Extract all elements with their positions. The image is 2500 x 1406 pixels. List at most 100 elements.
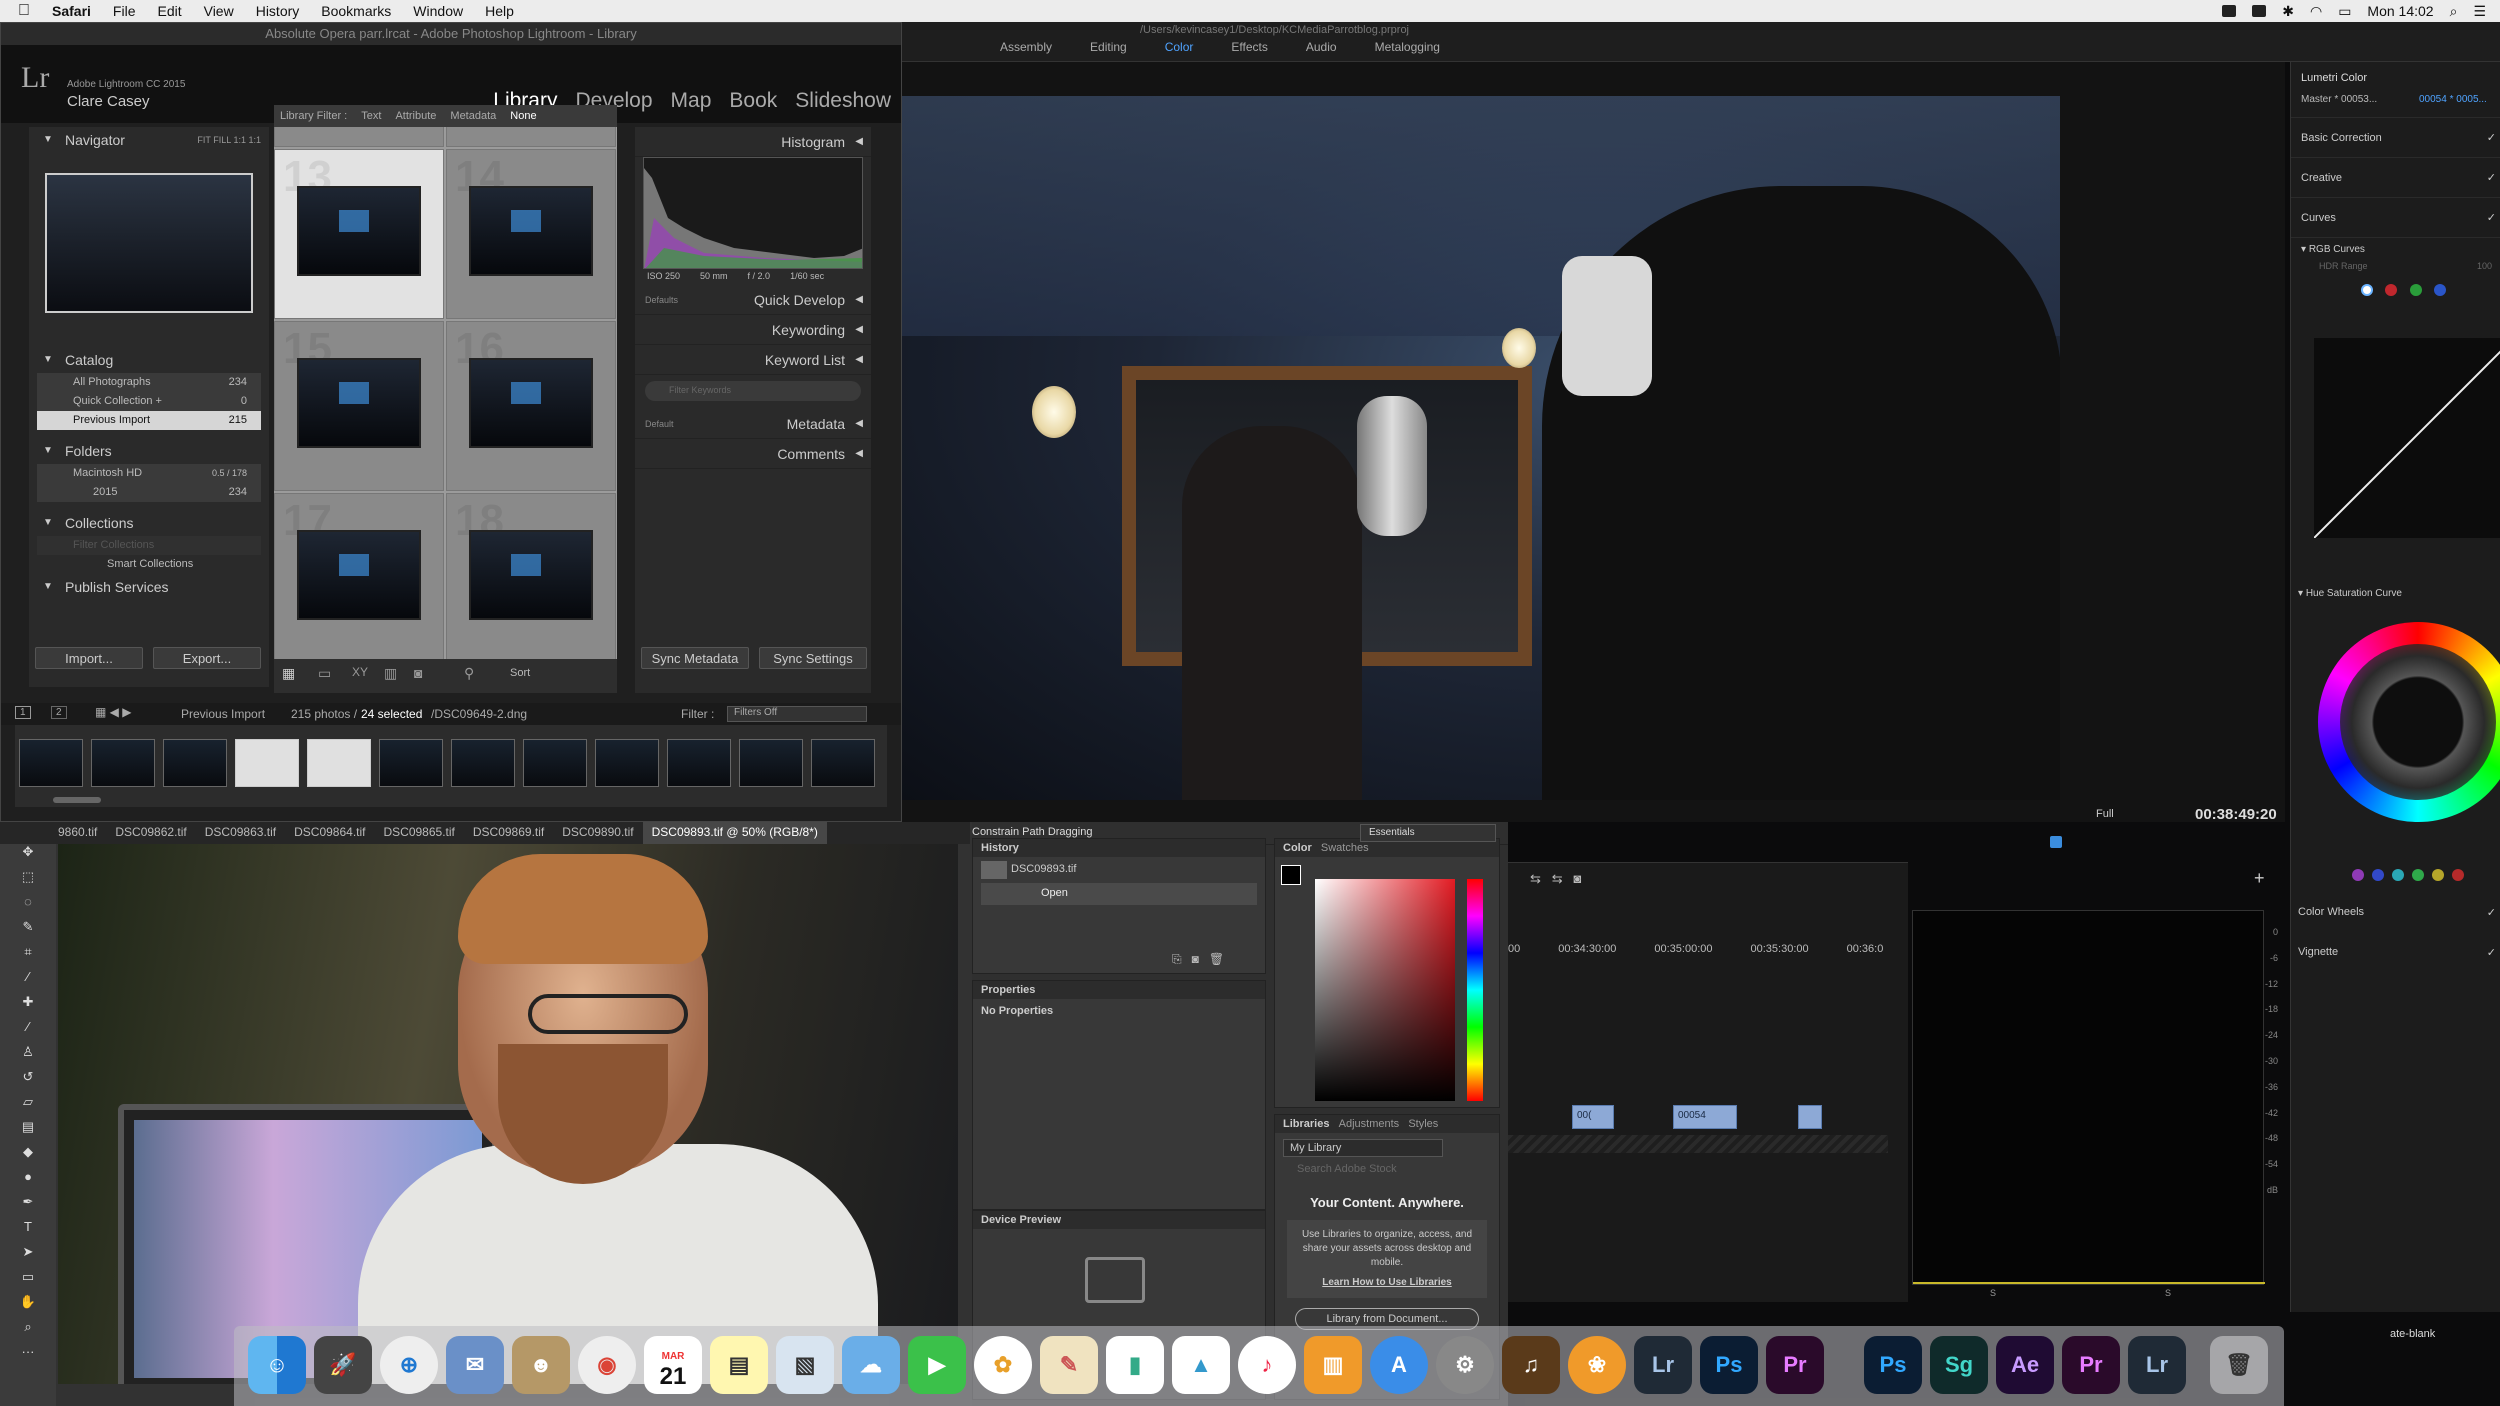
- grid-cell[interactable]: 16: [446, 321, 616, 491]
- doc-tab[interactable]: DSC09862.tif: [106, 822, 195, 844]
- page-1[interactable]: 1: [15, 706, 31, 719]
- filmstrip-thumb[interactable]: [739, 739, 803, 787]
- histogram-graph[interactable]: [643, 157, 863, 269]
- filmstrip-thumb[interactable]: [91, 739, 155, 787]
- folder-2015[interactable]: 2015 234: [37, 483, 261, 502]
- sync-metadata-button[interactable]: Sync Metadata: [641, 647, 749, 669]
- basic-correction-section[interactable]: Basic Correction ✓: [2291, 118, 2500, 158]
- workspace-color[interactable]: Color: [1165, 40, 1194, 54]
- catalog-all-photographs[interactable]: All Photographs 234: [37, 373, 261, 392]
- filter-attribute[interactable]: Attribute: [395, 110, 436, 122]
- filmstrip[interactable]: [15, 725, 887, 807]
- keynote-icon[interactable]: ▲: [1172, 1336, 1230, 1394]
- module-slideshow[interactable]: Slideshow: [795, 89, 891, 113]
- speedgrade-dock-icon[interactable]: Sg: [1930, 1336, 1988, 1394]
- grid-view-icon[interactable]: ▦: [282, 665, 295, 682]
- pen-tool-icon[interactable]: ✒: [0, 1194, 56, 1219]
- compare-view-icon[interactable]: XY: [352, 665, 368, 679]
- notification-icon[interactable]: ☰: [2473, 3, 2486, 20]
- catalog-header[interactable]: Catalog: [29, 347, 269, 373]
- foreground-color[interactable]: [1281, 865, 1301, 885]
- lasso-tool-icon[interactable]: ◌: [0, 894, 56, 919]
- wifi-icon[interactable]: ◠: [2310, 3, 2322, 20]
- menu-bookmarks[interactable]: Bookmarks: [321, 3, 391, 19]
- timeline-clip[interactable]: 00(: [1572, 1105, 1614, 1129]
- quick-develop-header[interactable]: Defaults Quick Develop: [635, 285, 871, 315]
- keyword-list-header[interactable]: Keyword List: [635, 345, 871, 375]
- timeline-clip[interactable]: [1798, 1105, 1822, 1129]
- hue-swatches[interactable]: [2352, 868, 2472, 886]
- itunes-icon[interactable]: ♪: [1238, 1336, 1296, 1394]
- doc-tab[interactable]: DSC09890.tif: [553, 822, 642, 844]
- eraser-tool-icon[interactable]: ▱: [0, 1094, 56, 1119]
- red-channel-icon[interactable]: [2385, 284, 2398, 296]
- thumbnail[interactable]: [297, 358, 421, 448]
- hue-dot[interactable]: [2432, 869, 2444, 881]
- handbrake-icon[interactable]: ❀: [1568, 1336, 1626, 1394]
- metadata-header[interactable]: Default Metadata: [635, 409, 871, 439]
- tab-swatches[interactable]: Swatches: [1321, 842, 1369, 854]
- chrome-icon[interactable]: ◉: [578, 1336, 636, 1394]
- catalog-quick-collection[interactable]: Quick Collection +0: [37, 392, 261, 411]
- keywording-header[interactable]: Keywording: [635, 315, 871, 345]
- type-tool-icon[interactable]: T: [0, 1219, 56, 1244]
- constrain-path-option[interactable]: Constrain Path Dragging: [972, 826, 1092, 838]
- thumbnail[interactable]: [297, 530, 421, 620]
- marquee-tool-icon[interactable]: ⬚: [0, 869, 56, 894]
- sort-label[interactable]: Sort: [510, 667, 530, 679]
- dodge-tool-icon[interactable]: ●: [0, 1169, 56, 1194]
- hue-sat-header[interactable]: ▾ Hue Saturation Curve: [2298, 588, 2402, 599]
- module-book[interactable]: Book: [729, 89, 777, 113]
- more-tools-icon[interactable]: ···: [0, 1344, 56, 1369]
- hue-dot[interactable]: [2452, 869, 2464, 881]
- library-grid[interactable]: 13 14 15 16 17 18: [274, 127, 617, 659]
- quick-select-tool-icon[interactable]: ✎: [0, 919, 56, 944]
- catalog-previous-import[interactable]: Previous Import 215: [37, 411, 261, 430]
- import-button[interactable]: Import...: [35, 647, 143, 669]
- library-select[interactable]: My Library: [1283, 1139, 1443, 1157]
- menu-app[interactable]: Safari: [52, 3, 91, 19]
- photoshop-dock-icon[interactable]: Ps: [1700, 1336, 1758, 1394]
- grid-cell[interactable]: 17: [274, 493, 444, 659]
- filmstrip-thumb[interactable]: [595, 739, 659, 787]
- thumbnail[interactable]: [297, 186, 421, 276]
- module-map[interactable]: Map: [671, 89, 712, 113]
- timeline-clip[interactable]: 00054: [1673, 1105, 1737, 1129]
- shape-tool-icon[interactable]: ▭: [0, 1269, 56, 1294]
- enable-checkbox[interactable]: ✓: [2487, 198, 2496, 238]
- filmstrip-scrollbar[interactable]: [53, 797, 101, 803]
- workspace-effects[interactable]: Effects: [1231, 40, 1267, 54]
- filters-off-select[interactable]: Filters Off: [727, 706, 867, 722]
- doc-tab-active[interactable]: DSC09893.tif @ 50% (RGB/8*): [642, 822, 827, 844]
- lightroom-dock-icon[interactable]: Lr: [2128, 1336, 2186, 1394]
- device-preview-icon[interactable]: [1085, 1257, 1145, 1303]
- filmstrip-thumb[interactable]: [163, 739, 227, 787]
- thumbnail[interactable]: [469, 358, 593, 448]
- finder-icon[interactable]: ☺: [248, 1336, 306, 1394]
- grid-cell[interactable]: 13: [274, 149, 444, 319]
- color-wheels-section[interactable]: Color Wheels ✓: [2298, 906, 2500, 919]
- md-preset[interactable]: Default: [645, 409, 674, 439]
- stock-search-input[interactable]: Search Adobe Stock: [1283, 1163, 1491, 1179]
- playhead-marker[interactable]: [2050, 836, 2062, 848]
- grid-cell[interactable]: 18: [446, 493, 616, 659]
- tab-color[interactable]: Color: [1283, 842, 1312, 854]
- workspace-assembly[interactable]: Assembly: [1000, 40, 1052, 54]
- grid-cell[interactable]: 15: [274, 321, 444, 491]
- document-canvas[interactable]: [58, 844, 958, 1384]
- calendar-icon[interactable]: MAR 21: [644, 1336, 702, 1394]
- healing-tool-icon[interactable]: ✚: [0, 994, 56, 1019]
- workspace-editing[interactable]: Editing: [1090, 40, 1127, 54]
- history-brush-icon[interactable]: ↺: [0, 1069, 56, 1094]
- garageband-icon[interactable]: ♫: [1502, 1336, 1560, 1394]
- history-action-icons[interactable]: ⎘ ◙ 🗑: [1172, 952, 1224, 967]
- filmstrip-thumb[interactable]: [307, 739, 371, 787]
- enable-checkbox[interactable]: ✓: [2487, 158, 2496, 198]
- gradient-tool-icon[interactable]: ▤: [0, 1119, 56, 1144]
- blue-channel-icon[interactable]: [2434, 284, 2447, 296]
- program-video-frame[interactable]: [902, 96, 2060, 800]
- doc-tab[interactable]: DSC09864.tif: [285, 822, 374, 844]
- hue-slider[interactable]: [1467, 879, 1483, 1101]
- trash-icon[interactable]: 🗑: [2210, 1336, 2268, 1394]
- menu-history[interactable]: History: [256, 3, 300, 19]
